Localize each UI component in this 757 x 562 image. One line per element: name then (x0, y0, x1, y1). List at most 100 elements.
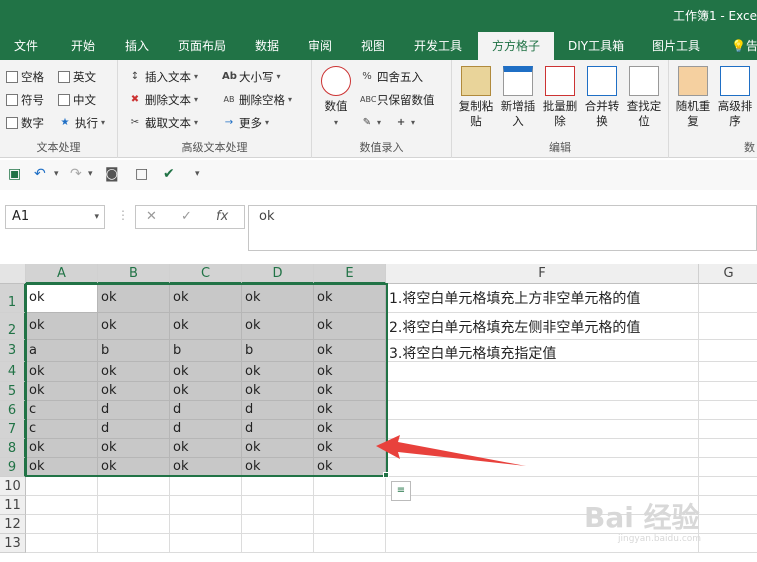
cell-B9[interactable]: ok (98, 458, 170, 477)
cell-C9[interactable]: ok (170, 458, 242, 477)
row-header[interactable]: 13 (0, 534, 26, 553)
tab-developer[interactable]: 开发工具 (414, 32, 462, 60)
checkbox-symbol[interactable]: 符号 (6, 90, 44, 110)
cell-B11[interactable] (98, 496, 170, 515)
row-header[interactable]: 6 (0, 401, 26, 420)
cell-G1[interactable] (699, 284, 757, 313)
camera-icon[interactable]: ◙ (105, 166, 119, 182)
cell-E2[interactable]: ok (314, 313, 386, 340)
copy-paste-button[interactable]: 复制粘贴 (456, 66, 496, 129)
batch-delete-button[interactable]: 批量删除 (540, 66, 580, 129)
cell-G13[interactable] (699, 534, 757, 553)
insert-function-icon[interactable]: fx (216, 209, 228, 224)
cell-G9[interactable] (699, 458, 757, 477)
cell-F7[interactable] (386, 420, 699, 439)
formula-input[interactable]: ok (248, 205, 757, 251)
cell-B10[interactable] (98, 477, 170, 496)
cell-G2[interactable] (699, 313, 757, 340)
cell-B2[interactable]: ok (98, 313, 170, 340)
cell-E6[interactable]: ok (314, 401, 386, 420)
cell-G12[interactable] (699, 515, 757, 534)
tab-file[interactable]: 文件 (14, 32, 38, 60)
checkbox-english[interactable]: 英文 (58, 67, 96, 87)
tab-review[interactable]: 审阅 (308, 32, 332, 60)
select-all-corner[interactable] (0, 264, 26, 284)
merge-convert-button[interactable]: 合并转换 (582, 66, 622, 129)
tab-picture-tools[interactable]: 图片工具 (652, 32, 700, 60)
cell-C2[interactable]: ok (170, 313, 242, 340)
cell-G8[interactable] (699, 439, 757, 458)
cell-F10[interactable] (386, 477, 699, 496)
cell-G6[interactable] (699, 401, 757, 420)
delete-space-button[interactable]: AB 删除空格 ▾ (222, 90, 293, 110)
cell-E5[interactable]: ok (314, 382, 386, 401)
round-button[interactable]: % 四舍五入 (360, 67, 423, 87)
cell-A11[interactable] (26, 496, 98, 515)
tab-tell-me[interactable]: 💡告 (731, 32, 757, 60)
tab-page-layout[interactable]: 页面布局 (178, 32, 226, 60)
checkbox-box[interactable] (6, 94, 18, 106)
column-header[interactable]: B (98, 264, 170, 284)
tab-data[interactable]: 数据 (255, 32, 279, 60)
column-header[interactable]: E (314, 264, 386, 284)
checkbox-box[interactable] (58, 94, 70, 106)
checkbox-box[interactable] (6, 71, 18, 83)
random-repeat-button[interactable]: 随机重复 (673, 66, 713, 129)
cell-D2[interactable]: ok (242, 313, 314, 340)
insert-new-button[interactable]: 新增插入 (498, 66, 538, 129)
cell-G4[interactable] (699, 362, 757, 382)
column-header[interactable]: G (699, 264, 757, 284)
cell-F8[interactable] (386, 439, 699, 458)
cell-C5[interactable]: ok (170, 382, 242, 401)
cell-E10[interactable] (314, 477, 386, 496)
more-button[interactable]: → 更多 ▾ (222, 113, 269, 133)
edit-dropdown[interactable]: ✎ ▾ + ▾ (360, 113, 415, 133)
cell-C10[interactable] (170, 477, 242, 496)
cell-B4[interactable]: ok (98, 362, 170, 382)
save-icon[interactable]: ▣ (8, 166, 21, 182)
cell-A1[interactable]: ok (26, 284, 98, 313)
cell-D13[interactable] (242, 534, 314, 553)
advanced-sort-button[interactable]: 高级排序 (715, 66, 755, 129)
cell-B8[interactable]: ok (98, 439, 170, 458)
cell-B5[interactable]: ok (98, 382, 170, 401)
cell-A6[interactable]: c (26, 401, 98, 420)
row-header[interactable]: 3 (0, 340, 26, 362)
row-header[interactable]: 5 (0, 382, 26, 401)
cell-A9[interactable]: ok (26, 458, 98, 477)
extract-text-button[interactable]: ✂ 截取文本 ▾ (128, 113, 198, 133)
cell-D10[interactable] (242, 477, 314, 496)
cell-D9[interactable]: ok (242, 458, 314, 477)
checkbox-number[interactable]: 数字 (6, 113, 44, 133)
enter-icon[interactable]: ✓ (181, 209, 192, 224)
row-header[interactable]: 2 (0, 313, 26, 340)
cell-A5[interactable]: ok (26, 382, 98, 401)
cell-G3[interactable] (699, 340, 757, 362)
cell-D3[interactable]: b (242, 340, 314, 362)
cell-B13[interactable] (98, 534, 170, 553)
cell-E13[interactable] (314, 534, 386, 553)
row-header[interactable]: 12 (0, 515, 26, 534)
cell-A10[interactable] (26, 477, 98, 496)
tab-home[interactable]: 开始 (71, 32, 95, 60)
quick-analysis-icon[interactable]: ≡ (391, 481, 411, 501)
print-preview-icon[interactable]: □ (135, 166, 148, 182)
cell-B6[interactable]: d (98, 401, 170, 420)
row-header[interactable]: 4 (0, 362, 26, 382)
cell-D12[interactable] (242, 515, 314, 534)
cell-A7[interactable]: c (26, 420, 98, 439)
redo-icon[interactable]: ↷ (70, 166, 82, 182)
cell-D1[interactable]: ok (242, 284, 314, 313)
cell-E4[interactable]: ok (314, 362, 386, 382)
name-box[interactable]: A1 ▾ (5, 205, 105, 229)
cell-B7[interactable]: d (98, 420, 170, 439)
cell-F4[interactable] (386, 362, 699, 382)
checkbox-chinese[interactable]: 中文 (58, 90, 96, 110)
number-button[interactable]: 数值 ▾ (316, 66, 356, 130)
cell-C4[interactable]: ok (170, 362, 242, 382)
cell-C8[interactable]: ok (170, 439, 242, 458)
tab-diy-toolbox[interactable]: DIY工具箱 (568, 32, 624, 60)
column-header[interactable]: F (386, 264, 699, 284)
checkbox-box[interactable] (58, 71, 70, 83)
keep-values-button[interactable]: ABC 只保留数值 (360, 90, 435, 110)
